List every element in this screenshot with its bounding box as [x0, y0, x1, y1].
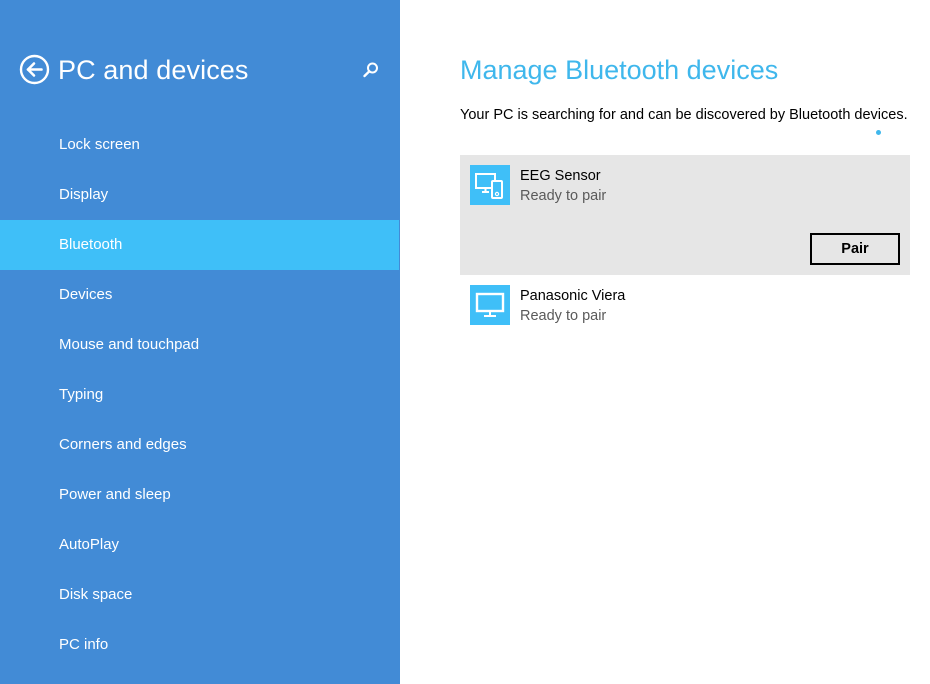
monitor-icon [470, 285, 510, 325]
progress-indicator [876, 130, 881, 135]
sidebar-item-pc-info[interactable]: PC info [0, 620, 399, 670]
sidebar-item-display[interactable]: Display [0, 170, 399, 220]
sidebar-item-disk-space[interactable]: Disk space [0, 570, 399, 620]
sidebar: PC and devices Lock screen Display Bluet… [0, 0, 400, 684]
sidebar-item-power-and-sleep[interactable]: Power and sleep [0, 470, 399, 520]
sidebar-item-mouse-and-touchpad[interactable]: Mouse and touchpad [0, 320, 399, 370]
device-name: Panasonic Viera [520, 288, 626, 304]
back-arrow-circle-icon[interactable] [19, 54, 50, 85]
pair-button[interactable]: Pair [810, 233, 900, 265]
page-title: Manage Bluetooth devices [460, 55, 779, 85]
sidebar-item-devices[interactable]: Devices [0, 270, 399, 320]
sidebar-nav: Lock screen Display Bluetooth Devices Mo… [0, 120, 400, 670]
sidebar-item-corners-and-edges[interactable]: Corners and edges [0, 420, 399, 470]
sidebar-item-bluetooth[interactable]: Bluetooth [0, 220, 399, 270]
sidebar-item-lock-screen[interactable]: Lock screen [0, 120, 399, 170]
device-status: Ready to pair [520, 188, 607, 204]
search-status-text: Your PC is searching for and can be disc… [460, 107, 908, 123]
device-item-panasonic-viera[interactable]: Panasonic Viera Ready to pair [460, 275, 910, 335]
computer-and-phone-icon [470, 165, 510, 205]
device-item-eeg-sensor[interactable]: EEG Sensor Ready to pair Pair [460, 155, 910, 275]
sidebar-item-autoplay[interactable]: AutoPlay [0, 520, 399, 570]
sidebar-title: PC and devices [58, 55, 249, 85]
device-name: EEG Sensor [520, 168, 601, 184]
sidebar-item-typing[interactable]: Typing [0, 370, 399, 420]
device-status: Ready to pair [520, 308, 607, 324]
search-icon[interactable] [361, 60, 381, 80]
